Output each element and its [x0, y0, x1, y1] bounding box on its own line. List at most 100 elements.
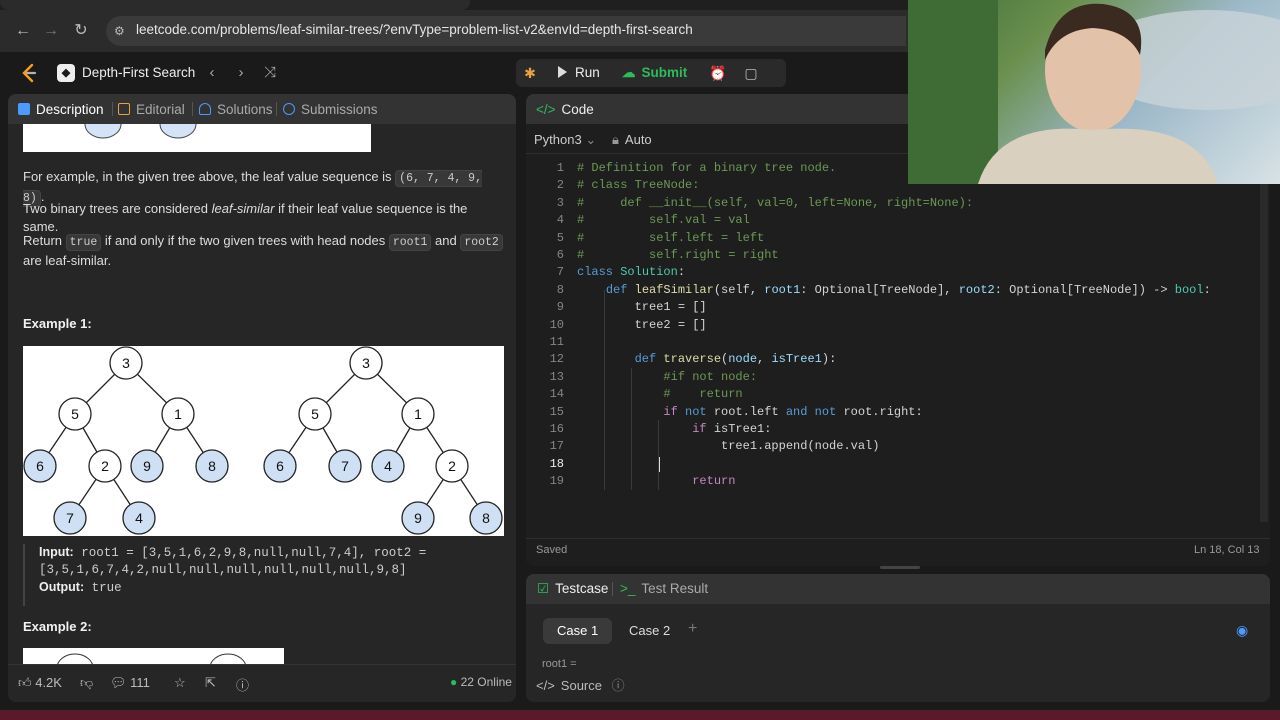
- case-1-button[interactable]: Case 1: [543, 618, 613, 644]
- site-settings-icon[interactable]: ⚙: [114, 24, 128, 38]
- line-number: 19: [549, 474, 564, 489]
- code-line[interactable]: [577, 456, 663, 473]
- share-icon[interactable]: ⇱: [205, 675, 216, 691]
- problem-list-icon[interactable]: ◆: [57, 64, 75, 82]
- tab-editorial[interactable]: Editorial: [118, 102, 185, 117]
- code-line[interactable]: # def __init__(self, val=0, left=None, r…: [577, 195, 973, 212]
- notes-icon[interactable]: ▢: [740, 62, 762, 84]
- tab-code[interactable]: </> Code: [536, 102, 594, 117]
- line-number: 9: [556, 300, 564, 315]
- case-2-button[interactable]: Case 2: [615, 618, 684, 644]
- like-button[interactable]: 👍︎ 4.2K: [18, 675, 62, 691]
- flask-icon: [199, 103, 211, 115]
- language-select[interactable]: Python3 ⌄: [534, 132, 596, 148]
- code-line[interactable]: # self.left = left: [577, 230, 764, 247]
- run-label: Run: [575, 65, 600, 80]
- code-line[interactable]: # return: [577, 386, 742, 403]
- code-line[interactable]: tree1 = []: [577, 299, 707, 316]
- example-2-image: [23, 648, 284, 664]
- tab-description[interactable]: Description: [18, 102, 104, 117]
- help-icon[interactable]: ⓘ: [236, 675, 249, 694]
- code-line[interactable]: return: [577, 473, 735, 490]
- example-2-graphic: [57, 653, 246, 664]
- tab-solutions[interactable]: Solutions: [199, 102, 273, 117]
- line-number: 13: [549, 369, 564, 384]
- tab-divider: [112, 102, 113, 116]
- code-line[interactable]: # self.right = right: [577, 247, 779, 264]
- help-icon: ⓘ: [611, 678, 625, 693]
- example-input-cont: [3,5,1,6,7,4,2,null,null,null,null,null,…: [39, 563, 407, 577]
- os-dock: [0, 710, 1280, 720]
- code-line[interactable]: # Definition for a binary tree node.: [577, 160, 836, 177]
- auto-mode[interactable]: 🔒︎ Auto: [612, 132, 652, 148]
- editor-scrollbar[interactable]: [1260, 158, 1268, 522]
- code-line[interactable]: if isTree1:: [577, 421, 771, 438]
- code-line[interactable]: # self.val = val: [577, 212, 750, 229]
- comment-icon: 💬︎: [110, 675, 127, 690]
- add-case-icon[interactable]: +: [688, 620, 697, 638]
- code-line[interactable]: [577, 334, 584, 351]
- shuffle-icon[interactable]: ⤨: [260, 63, 280, 83]
- next-problem-icon[interactable]: ›: [231, 63, 251, 83]
- reload-icon[interactable]: ↻: [70, 20, 92, 42]
- tree-node-label: 5: [71, 406, 79, 422]
- code-line[interactable]: def traverse(node, isTree1):: [577, 351, 837, 368]
- prev-problem-icon[interactable]: ‹: [202, 63, 222, 83]
- tree-node-label: 9: [414, 510, 422, 526]
- tree-image-top: [23, 124, 371, 152]
- editor-status-bar: [526, 538, 1270, 566]
- code-line[interactable]: class Solution:: [577, 264, 685, 281]
- tab-submissions[interactable]: Submissions: [283, 102, 378, 117]
- terminal-icon: >_: [620, 581, 636, 596]
- code-line[interactable]: if not root.left and not root.right:: [577, 404, 922, 421]
- source-button[interactable]: </> Source ⓘ: [536, 675, 625, 694]
- back-icon[interactable]: ←: [12, 20, 34, 42]
- code-line[interactable]: tree1.append(node.val): [577, 438, 879, 455]
- line-number: 12: [549, 352, 564, 367]
- tab-divider: [612, 582, 613, 596]
- dislike-icon[interactable]: 👎︎: [80, 675, 93, 691]
- lock-icon: 🔒︎: [612, 132, 619, 147]
- line-number: 5: [556, 230, 564, 245]
- chevron-down-icon: ⌄: [585, 132, 597, 147]
- tree-diagram: 3 5 1 6 2 9 8 7 4 3 5 1 6 7 4 2 9 8: [23, 346, 503, 535]
- line-number: 6: [556, 248, 564, 262]
- source-bar: [526, 668, 1270, 702]
- code-line[interactable]: def leafSimilar(self, root1: Optional[Tr…: [577, 282, 1211, 299]
- submit-button[interactable]: ☁ Submit: [616, 60, 698, 86]
- history-icon: [283, 103, 295, 115]
- tree-node-label: 7: [66, 510, 74, 526]
- tree-node-label: 2: [448, 458, 456, 474]
- panel-resize-handle[interactable]: [880, 566, 920, 569]
- example-2-title: Example 2:: [23, 619, 92, 634]
- favorite-star-icon[interactable]: ☆: [174, 675, 186, 691]
- example-output: Output: true: [39, 580, 122, 595]
- checkbox-icon: ☑: [537, 581, 550, 596]
- tree-node-label: 4: [384, 458, 392, 474]
- tree-node-label: 8: [482, 510, 490, 526]
- line-number: 4: [556, 213, 564, 228]
- line-number: 16: [549, 422, 564, 436]
- alarm-icon[interactable]: ⏰: [707, 62, 729, 84]
- code-line[interactable]: # class TreeNode:: [577, 177, 699, 194]
- forward-icon[interactable]: →: [40, 20, 62, 42]
- cloud-upload-icon: ☁: [622, 65, 636, 80]
- leetcode-logo-icon[interactable]: [18, 62, 40, 84]
- problem-list-name[interactable]: Depth-First Search: [82, 65, 195, 80]
- browser-tab[interactable]: [0, 0, 470, 10]
- code-icon: </>: [536, 102, 556, 117]
- eye-icon[interactable]: ◉: [1236, 622, 1250, 638]
- debug-icon[interactable]: ✱: [520, 63, 540, 83]
- line-number: 3: [556, 195, 564, 210]
- webcam-person-graphic: [908, 0, 1280, 184]
- tree-node-label: 6: [36, 458, 44, 474]
- code-line[interactable]: tree2 = []: [577, 317, 707, 334]
- tree-image-top-graphic: [84, 124, 197, 139]
- example-1-image: 3 5 1 6 2 9 8 7 4 3 5 1 6 7 4 2 9 8: [23, 346, 504, 536]
- comments-button[interactable]: 💬︎ 111: [110, 675, 150, 691]
- example-input: Input: root1 = [3,5,1,6,2,9,8,null,null,…: [39, 545, 427, 560]
- tab-test-result[interactable]: >_ Test Result: [620, 581, 708, 596]
- tab-testcase[interactable]: ☑ Testcase: [537, 581, 608, 597]
- run-button[interactable]: Run: [548, 60, 612, 86]
- tree-node-label: 7: [341, 458, 349, 474]
